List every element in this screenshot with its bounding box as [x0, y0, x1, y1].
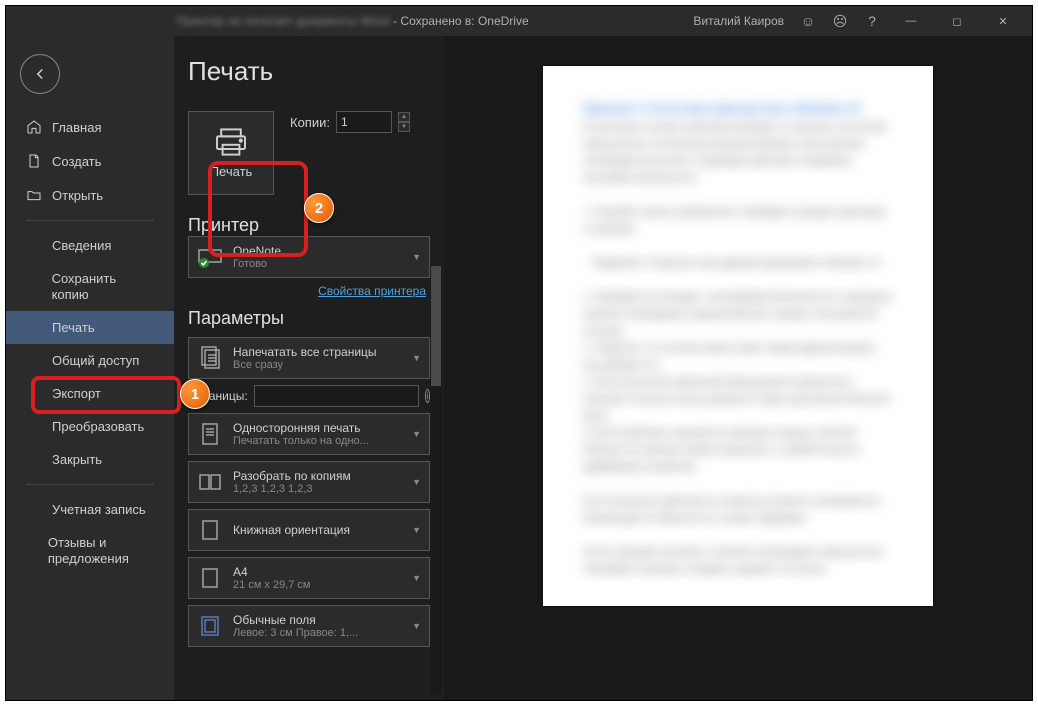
minimize-button[interactable]: ―: [888, 6, 934, 36]
opt-title: Книжная ориентация: [233, 523, 402, 537]
close-button[interactable]: ✕: [980, 6, 1026, 36]
opt-orientation[interactable]: Книжная ориентация ▼: [188, 509, 430, 551]
chevron-down-icon: ▼: [412, 525, 421, 535]
titlebar: Принтер не печатает документы Word - Сох…: [6, 6, 1032, 36]
printer-properties-link[interactable]: Свойства принтера: [188, 284, 426, 298]
help-icon[interactable]: ?: [860, 9, 884, 33]
maximize-button[interactable]: ◻: [934, 6, 980, 36]
step-marker-1: 1: [180, 379, 210, 409]
margins-icon: [197, 613, 223, 639]
printer-name: OneNote: [233, 244, 402, 258]
print-button[interactable]: Печать: [188, 111, 274, 195]
printer-icon: [214, 128, 248, 156]
face-sad-icon[interactable]: ☹: [828, 9, 852, 33]
nav-print[interactable]: Печать: [6, 311, 174, 344]
nav-feedback[interactable]: Отзывы и предложения: [6, 526, 174, 575]
printer-select[interactable]: OneNoteГотово ▼: [188, 236, 430, 278]
portrait-icon: [197, 517, 223, 543]
nav-feedback-label: Отзывы и предложения: [48, 535, 154, 566]
scrollbar[interactable]: [430, 266, 442, 694]
opt-margins[interactable]: Обычные поляЛевое: 3 см Правое: 1,... ▼: [188, 605, 430, 647]
nav-savecopy[interactable]: Сохранить копию: [6, 262, 174, 311]
chevron-down-icon: ▼: [412, 353, 421, 363]
printer-heading: Принтер: [188, 215, 259, 235]
nav-info-label: Сведения: [52, 238, 111, 253]
chevron-down-icon: ▼: [412, 621, 421, 631]
nav-separator: [26, 220, 154, 221]
pages-input[interactable]: [254, 385, 419, 407]
copies-spinner[interactable]: ▲▼: [398, 112, 410, 132]
copies-label: Копии:: [290, 115, 330, 130]
opt-sub: Левое: 3 см Правое: 1,...: [233, 627, 402, 639]
opt-title: Обычные поля: [233, 613, 402, 627]
nav-transform[interactable]: Преобразовать: [6, 410, 174, 443]
print-button-label: Печать: [210, 164, 253, 179]
face-happy-icon[interactable]: ☺: [796, 9, 820, 33]
nav-savecopy-label: Сохранить копию: [52, 271, 154, 302]
opt-print-range[interactable]: Напечатать все страницыВсе сразу ▼: [188, 337, 430, 379]
nav-account-label: Учетная запись: [52, 502, 146, 517]
backstage-sidebar: Главная Создать Открыть Сведения Сохрани…: [6, 36, 174, 700]
saved-location: - Сохранено в: OneDrive: [393, 14, 529, 28]
nav-print-label: Печать: [52, 320, 95, 335]
nav-share[interactable]: Общий доступ: [6, 344, 174, 377]
opt-sub: Печатать только на одно...: [233, 435, 402, 447]
copies-input[interactable]: [336, 111, 392, 133]
scroll-thumb[interactable]: [431, 266, 441, 386]
back-button[interactable]: [20, 54, 60, 94]
opt-title: Односторонняя печать: [233, 421, 402, 435]
opt-title: Напечатать все страницы: [233, 345, 402, 359]
preview-content-blurred: Причина 4: Отсутствие прав доступа к Win…: [583, 100, 893, 578]
nav-export-label: Экспорт: [52, 386, 101, 401]
opt-collate[interactable]: Разобрать по копиям1,2,3 1,2,3 1,2,3 ▼: [188, 461, 430, 503]
step-marker-2: 2: [304, 193, 334, 223]
papersize-icon: [197, 565, 223, 591]
opt-title: A4: [233, 565, 402, 579]
nav-create[interactable]: Создать: [6, 144, 174, 178]
params-heading: Параметры: [188, 308, 430, 329]
print-panel: Печать Печать Копии: ▲▼ Принтерi OneNote…: [174, 36, 444, 700]
doc-name-blurred: Принтер не печатает документы Word: [177, 14, 389, 28]
opt-sub: Все сразу: [233, 359, 402, 371]
nav-open-label: Открыть: [52, 188, 103, 203]
onesided-icon: [197, 421, 223, 447]
opt-sides[interactable]: Односторонняя печатьПечатать только на о…: [188, 413, 430, 455]
user-name: Виталий Каиров: [693, 14, 784, 28]
chevron-down-icon: ▼: [412, 252, 421, 262]
nav-info[interactable]: Сведения: [6, 229, 174, 262]
nav-account[interactable]: Учетная запись: [6, 493, 174, 526]
nav-close[interactable]: Закрыть: [6, 443, 174, 476]
nav-open[interactable]: Открыть: [6, 178, 174, 212]
opt-sub: 21 см x 29,7 см: [233, 579, 402, 591]
printer-status-icon: [197, 244, 223, 270]
nav-export[interactable]: Экспорт: [6, 377, 174, 410]
chevron-down-icon: ▼: [412, 477, 421, 487]
opt-title: Разобрать по копиям: [233, 469, 402, 483]
nav-share-label: Общий доступ: [52, 353, 139, 368]
nav-transform-label: Преобразовать: [52, 419, 144, 434]
printer-status: Готово: [233, 258, 402, 270]
nav-separator: [26, 484, 154, 485]
nav-close-label: Закрыть: [52, 452, 102, 467]
preview-page: Причина 4: Отсутствие прав доступа к Win…: [543, 66, 933, 606]
nav-create-label: Создать: [52, 154, 101, 169]
opt-paper-size[interactable]: A421 см x 29,7 см ▼: [188, 557, 430, 599]
pages-icon: [197, 345, 223, 371]
nav-home[interactable]: Главная: [6, 110, 174, 144]
nav-home-label: Главная: [52, 120, 101, 135]
collate-icon: [197, 469, 223, 495]
print-preview: Причина 4: Отсутствие прав доступа к Win…: [444, 36, 1032, 700]
chevron-down-icon: ▼: [412, 573, 421, 583]
page-title: Печать: [188, 56, 430, 87]
opt-sub: 1,2,3 1,2,3 1,2,3: [233, 483, 402, 495]
chevron-down-icon: ▼: [412, 429, 421, 439]
